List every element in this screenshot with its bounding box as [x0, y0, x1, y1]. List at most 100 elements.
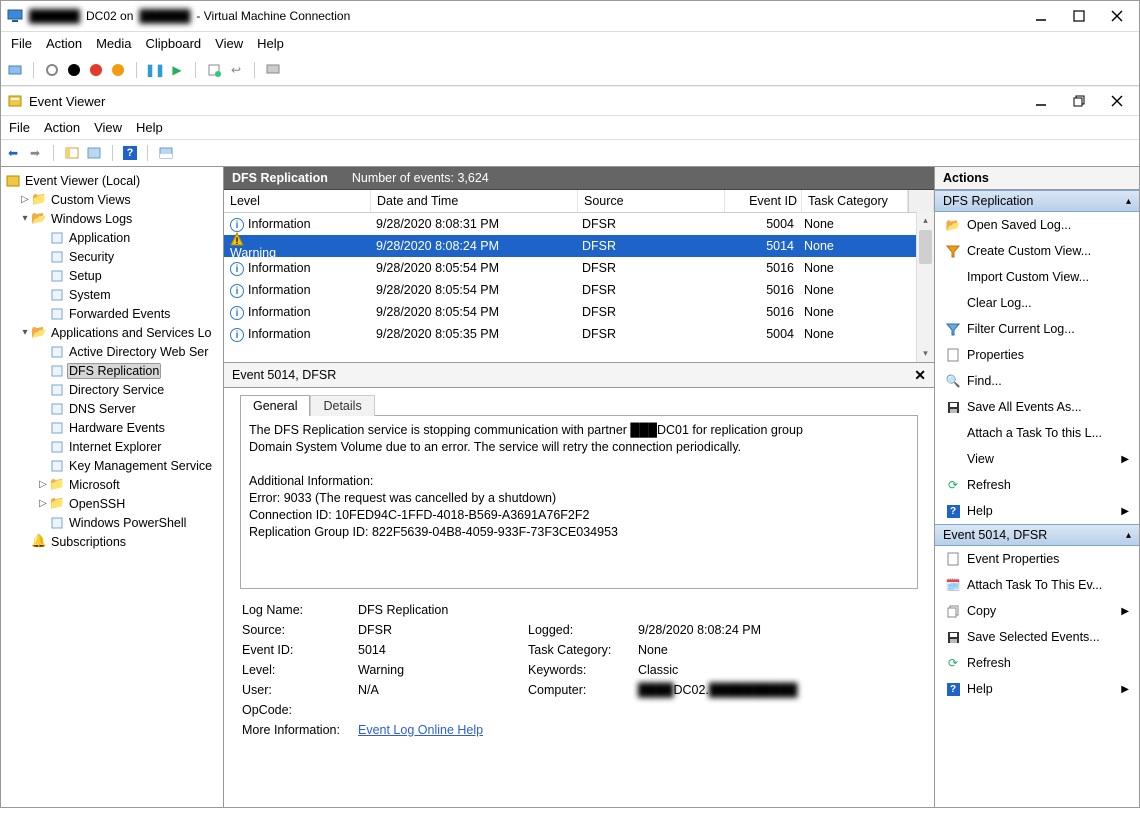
tree-log-item[interactable]: Forwarded Events: [3, 304, 221, 323]
tree-log-item[interactable]: Windows PowerShell: [3, 513, 221, 532]
action-item[interactable]: ⟳Refresh: [935, 472, 1139, 498]
scroll-thumb[interactable]: [919, 230, 932, 264]
help-toolbar-icon[interactable]: ?: [123, 146, 137, 160]
action-item[interactable]: Save Selected Events...: [935, 624, 1139, 650]
ev-menu-file[interactable]: File: [9, 120, 30, 135]
ev-close-button[interactable]: [1109, 93, 1125, 109]
expander-icon[interactable]: ▷: [37, 479, 49, 490]
col-header-level[interactable]: Level: [224, 190, 371, 212]
actions-section-event[interactable]: Event 5014, DFSR ▴: [935, 524, 1139, 546]
col-header-taskcat[interactable]: Task Category: [802, 190, 908, 212]
minimize-button[interactable]: [1033, 8, 1049, 24]
event-list-header[interactable]: Level Date and Time Source Event ID Task…: [224, 190, 934, 213]
scroll-down-icon[interactable]: ▾: [917, 345, 934, 362]
tree-log-item[interactable]: Application: [3, 228, 221, 247]
show-tree-icon[interactable]: [64, 145, 80, 161]
ev-menu-help[interactable]: Help: [136, 120, 163, 135]
tree-folder-item[interactable]: ▷📁Microsoft: [3, 475, 221, 494]
tree-log-item[interactable]: DFS Replication: [3, 361, 221, 380]
tree-log-item[interactable]: Internet Explorer: [3, 437, 221, 456]
event-row[interactable]: iInformation9/28/2020 8:05:54 PMDFSR5016…: [224, 301, 934, 323]
tree-log-item[interactable]: Directory Service: [3, 380, 221, 399]
action-item[interactable]: ?Help▶: [935, 498, 1139, 524]
action-item[interactable]: Attach a Task To this L...: [935, 420, 1139, 446]
tree-custom-views[interactable]: ▷ 📁 Custom Views: [3, 190, 221, 209]
tree-apps-services[interactable]: ▾ 📂 Applications and Services Lo: [3, 323, 221, 342]
shutdown-vm-icon[interactable]: [88, 62, 104, 78]
tree-log-item[interactable]: System: [3, 285, 221, 304]
maximize-button[interactable]: [1071, 8, 1087, 24]
event-list[interactable]: Level Date and Time Source Event ID Task…: [224, 190, 934, 362]
action-item[interactable]: Event Properties: [935, 546, 1139, 572]
vm-menu-help[interactable]: Help: [257, 36, 284, 51]
expander-icon[interactable]: ▷: [19, 194, 31, 205]
scroll-up-icon[interactable]: ▴: [917, 212, 934, 229]
close-button[interactable]: [1109, 8, 1125, 24]
event-list-scrollbar[interactable]: ▴ ▾: [916, 212, 934, 362]
action-item[interactable]: Import Custom View...: [935, 264, 1139, 290]
expander-icon[interactable]: ▾: [19, 327, 31, 338]
tree-log-item[interactable]: Setup: [3, 266, 221, 285]
expander-icon[interactable]: ▾: [19, 213, 31, 224]
enhanced-session-icon[interactable]: [265, 62, 281, 78]
vm-menu-file[interactable]: File: [11, 36, 32, 51]
tree-log-item[interactable]: Hardware Events: [3, 418, 221, 437]
action-item[interactable]: Save All Events As...: [935, 394, 1139, 420]
vm-menu-clipboard[interactable]: Clipboard: [146, 36, 202, 51]
preview-panel-icon[interactable]: [158, 145, 174, 161]
tab-general[interactable]: General: [240, 395, 310, 416]
back-icon[interactable]: ⬅: [5, 145, 21, 161]
tree-log-item[interactable]: Security: [3, 247, 221, 266]
event-row[interactable]: iInformation9/28/2020 8:05:54 PMDFSR5016…: [224, 279, 934, 301]
collapse-icon[interactable]: ▴: [1126, 530, 1131, 541]
turn-off-vm-icon[interactable]: [66, 62, 82, 78]
tree-folder-item[interactable]: ▷📁OpenSSH: [3, 494, 221, 513]
checkpoint-icon[interactable]: [206, 62, 222, 78]
action-item[interactable]: ⟳Refresh: [935, 650, 1139, 676]
col-header-eventid[interactable]: Event ID: [725, 190, 802, 212]
action-item[interactable]: 🔍Find...: [935, 368, 1139, 394]
event-row[interactable]: !Warning9/28/2020 8:08:24 PMDFSR5014None: [224, 235, 934, 257]
action-item[interactable]: Filter Current Log...: [935, 316, 1139, 342]
expander-icon[interactable]: ▷: [37, 498, 49, 509]
event-log-online-help-link[interactable]: Event Log Online Help: [358, 723, 483, 737]
action-item[interactable]: 🗓️Attach Task To This Ev...: [935, 572, 1139, 598]
action-item[interactable]: Properties: [935, 342, 1139, 368]
event-message-box[interactable]: The DFS Replication service is stopping …: [240, 415, 918, 589]
tree-subscriptions[interactable]: 🔔 Subscriptions: [3, 532, 221, 551]
start-vm-icon[interactable]: [44, 62, 60, 78]
ev-menu-action[interactable]: Action: [44, 120, 80, 135]
col-header-datetime[interactable]: Date and Time: [371, 190, 578, 212]
save-vm-icon[interactable]: [110, 62, 126, 78]
vm-menu-action[interactable]: Action: [46, 36, 82, 51]
tree-root[interactable]: Event Viewer (Local): [3, 171, 221, 190]
properties-panel-icon[interactable]: [86, 145, 102, 161]
action-item[interactable]: Clear Log...: [935, 290, 1139, 316]
event-row[interactable]: iInformation9/28/2020 8:05:54 PMDFSR5016…: [224, 257, 934, 279]
tree-windows-logs[interactable]: ▾ 📂 Windows Logs: [3, 209, 221, 228]
reset-vm-icon[interactable]: ▶: [169, 62, 185, 78]
vm-menu-view[interactable]: View: [215, 36, 243, 51]
tree-log-item[interactable]: Active Directory Web Ser: [3, 342, 221, 361]
ev-minimize-button[interactable]: [1033, 93, 1049, 109]
pause-vm-icon[interactable]: ❚❚: [147, 62, 163, 78]
actions-section-log[interactable]: DFS Replication ▴: [935, 190, 1139, 212]
ev-menu-view[interactable]: View: [94, 120, 122, 135]
action-item[interactable]: View▶: [935, 446, 1139, 472]
tree-log-item[interactable]: Key Management Service: [3, 456, 221, 475]
col-header-source[interactable]: Source: [578, 190, 725, 212]
vm-menu-media[interactable]: Media: [96, 36, 131, 51]
tab-details[interactable]: Details: [310, 395, 374, 416]
revert-icon[interactable]: ↩: [228, 62, 244, 78]
close-preview-icon[interactable]: ✕: [914, 367, 926, 384]
forward-icon[interactable]: ➡: [27, 145, 43, 161]
action-item[interactable]: Copy▶: [935, 598, 1139, 624]
ctrl-alt-del-icon[interactable]: [7, 62, 23, 78]
event-row[interactable]: iInformation9/28/2020 8:05:35 PMDFSR5004…: [224, 323, 934, 345]
collapse-icon[interactable]: ▴: [1126, 196, 1131, 207]
action-item[interactable]: 📂Open Saved Log...: [935, 212, 1139, 238]
action-item[interactable]: ?Help▶: [935, 676, 1139, 702]
action-item[interactable]: Create Custom View...: [935, 238, 1139, 264]
ev-restore-button[interactable]: [1071, 93, 1087, 109]
tree-log-item[interactable]: DNS Server: [3, 399, 221, 418]
